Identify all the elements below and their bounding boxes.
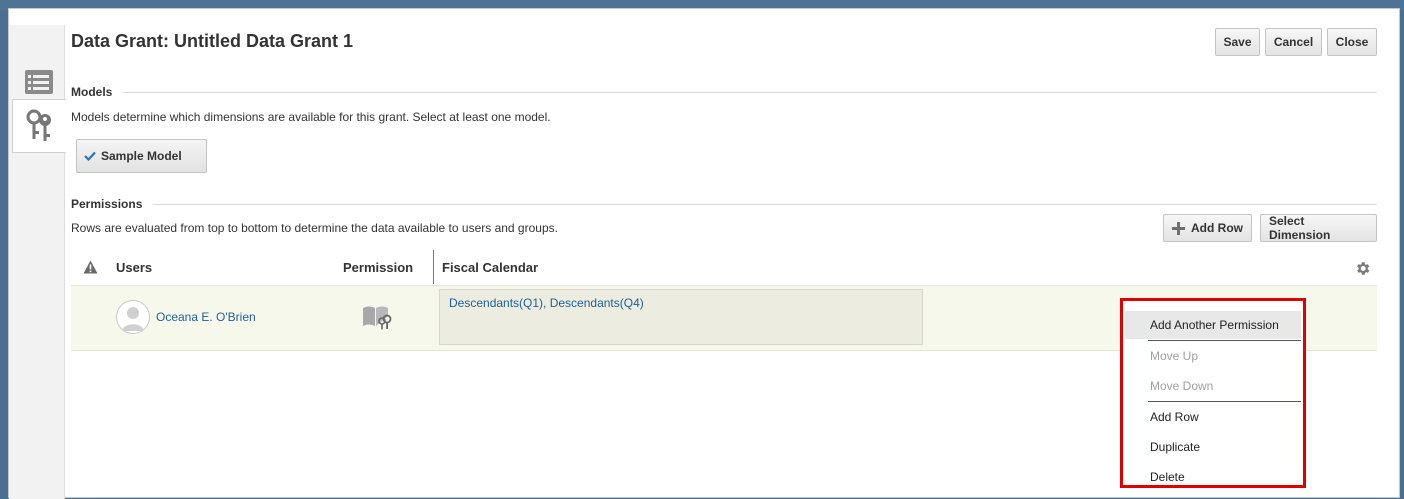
permissions-section-divider (153, 204, 1377, 205)
header-actions: Save Cancel Close (1215, 28, 1377, 56)
column-header-users[interactable]: Users (116, 260, 152, 275)
permissions-description: Rows are evaluated from top to bottom to… (71, 221, 558, 235)
models-description: Models determine which dimensions are av… (71, 110, 551, 124)
save-button[interactable]: Save (1215, 28, 1260, 56)
permission-cell[interactable] (362, 304, 394, 335)
menu-item-duplicate[interactable]: Duplicate (1125, 433, 1301, 461)
user-avatar-icon (122, 307, 144, 331)
warning-icon (83, 260, 98, 274)
permissions-actions: Add Row Select Dimension (1163, 214, 1377, 242)
menu-item-add-row[interactable]: Add Row (1125, 403, 1301, 431)
column-header-fiscal-calendar[interactable]: Fiscal Calendar (442, 260, 538, 275)
rail-tab-permissions[interactable] (12, 99, 66, 153)
user-link[interactable]: Oceana E. O'Brien (156, 310, 256, 324)
menu-separator (1148, 340, 1301, 341)
permissions-table-header: Users Permission Fiscal Calendar (71, 250, 1377, 285)
permissions-section-title: Permissions (71, 197, 143, 211)
menu-separator (1148, 401, 1301, 402)
menu-item-move-down[interactable]: Move Down (1125, 372, 1301, 400)
keys-icon (26, 109, 51, 141)
models-section-divider (123, 92, 1377, 93)
fiscal-calendar-cell[interactable]: Descendants(Q1), Descendants(Q4) (439, 289, 923, 345)
gear-icon[interactable] (1354, 260, 1371, 277)
column-header-permission[interactable]: Permission (343, 260, 413, 275)
page-title: Data Grant: Untitled Data Grant 1 (71, 31, 354, 51)
book-keys-icon (363, 306, 392, 330)
models-section-title: Models (71, 85, 113, 99)
add-row-button[interactable]: Add Row (1163, 214, 1252, 242)
menu-item-add-another-permission[interactable]: Add Another Permission (1125, 311, 1301, 339)
column-divider (433, 250, 434, 284)
close-button[interactable]: Close (1327, 28, 1377, 56)
select-dimension-button[interactable]: Select Dimension (1260, 214, 1377, 242)
side-rail (9, 25, 66, 499)
row-context-menu: Add Another Permission Move Up Move Down… (1120, 298, 1306, 488)
checkmark-icon (84, 151, 96, 161)
sample-model-toggle[interactable]: Sample Model (76, 139, 207, 173)
menu-item-delete[interactable]: Delete (1125, 463, 1301, 491)
cancel-button[interactable]: Cancel (1265, 28, 1322, 56)
list-icon (24, 70, 53, 94)
sample-model-label: Sample Model (101, 149, 182, 163)
add-row-label: Add Row (1191, 221, 1243, 235)
fiscal-calendar-link[interactable]: Descendants(Q1), Descendants(Q4) (449, 296, 644, 310)
avatar (116, 300, 150, 334)
plus-icon (1172, 221, 1185, 235)
menu-item-move-up[interactable]: Move Up (1125, 342, 1301, 370)
